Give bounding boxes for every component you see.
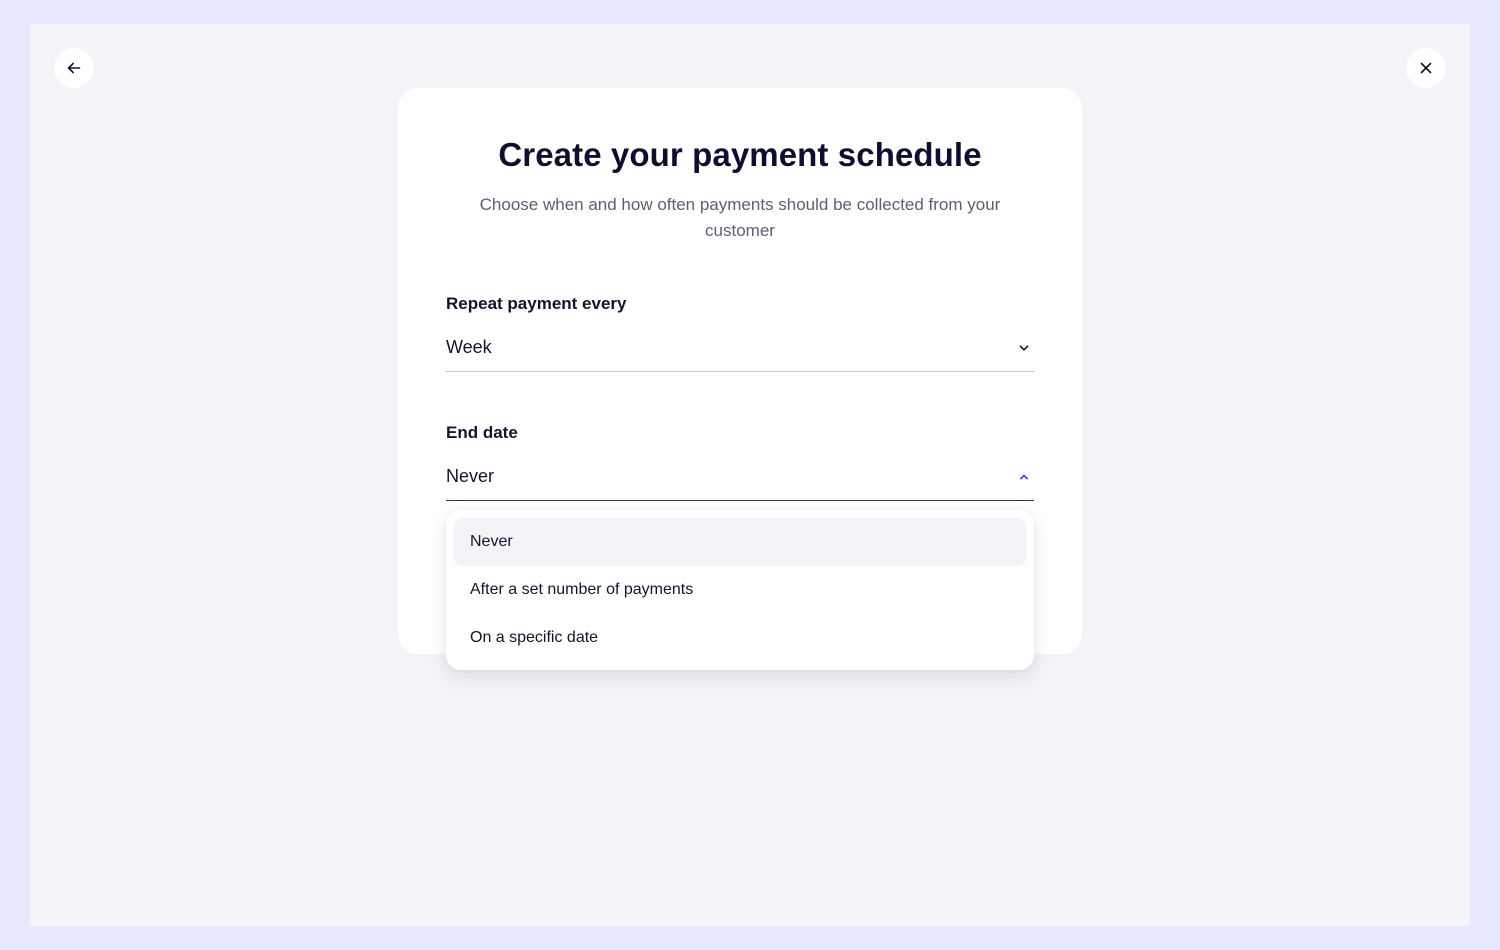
close-button[interactable]: [1406, 48, 1446, 88]
page-subtitle: Choose when and how often payments shoul…: [479, 195, 1001, 240]
close-icon: [1420, 62, 1432, 74]
chevron-up-icon: [1019, 474, 1029, 480]
end-date-select[interactable]: Never: [446, 461, 1034, 501]
end-date-value: Never: [446, 466, 495, 486]
chevron-down-icon: [1019, 345, 1029, 351]
dropdown-option-never[interactable]: Never: [454, 518, 1026, 566]
repeat-payment-value: Week: [446, 337, 492, 357]
arrow-left-icon: [67, 62, 81, 74]
repeat-payment-select[interactable]: Week: [446, 332, 1034, 372]
modal-frame: Create your payment schedule Choose when…: [30, 24, 1470, 926]
dropdown-option-specific-date[interactable]: On a specific date: [454, 614, 1026, 662]
end-date-dropdown-menu: Never After a set number of payments On …: [446, 510, 1034, 670]
dropdown-option-after-set-number[interactable]: After a set number of payments: [454, 566, 1026, 614]
repeat-payment-label: Repeat payment every: [446, 294, 627, 313]
end-date-label: End date: [446, 423, 518, 442]
back-button[interactable]: [54, 48, 94, 88]
page-title: Create your payment schedule: [498, 136, 982, 173]
